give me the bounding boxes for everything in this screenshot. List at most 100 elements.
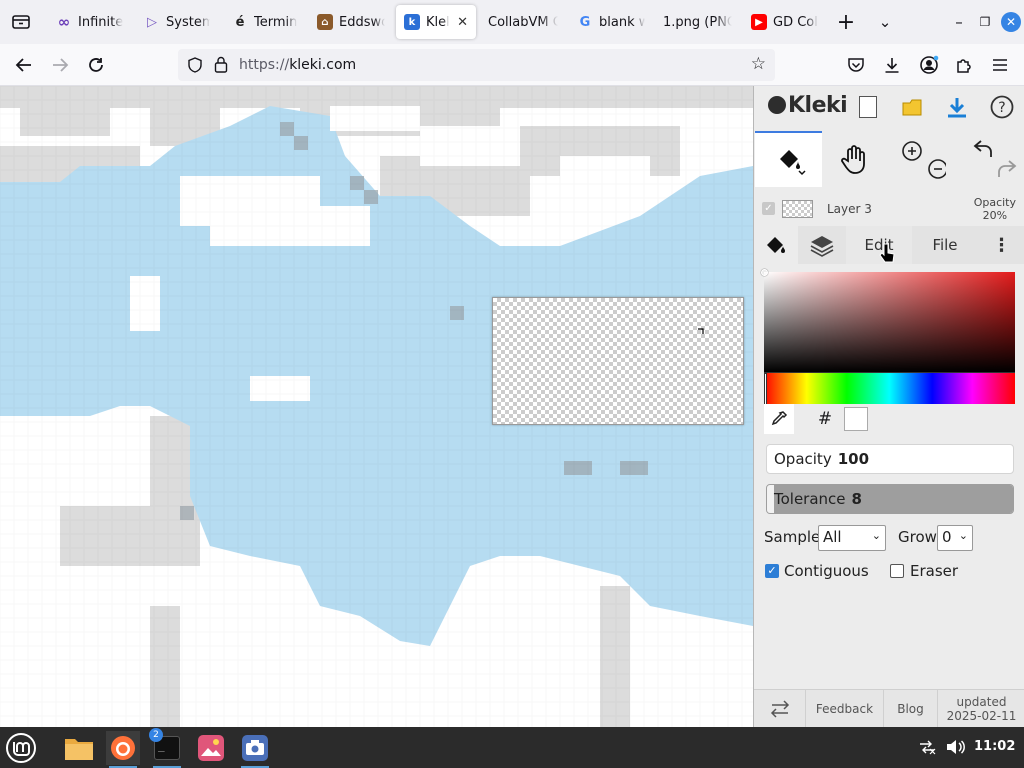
color-saturation-value-picker[interactable] (761, 269, 1015, 372)
contiguous-checkbox[interactable]: ✓ (765, 564, 779, 578)
browser-tab[interactable]: 1.png (PNG (655, 5, 740, 39)
network-tray-icon[interactable] (918, 738, 936, 760)
eraser-label[interactable]: Eraser (910, 562, 958, 580)
browser-tab-label: 1.png (PNG (663, 14, 732, 30)
hex-input-button[interactable]: # (812, 404, 838, 434)
browser-tab-label: GD Col (773, 14, 818, 30)
browser-tab[interactable]: é Termin (224, 5, 306, 39)
browser-tab[interactable]: ▶ GD Col (743, 5, 827, 39)
url-text[interactable]: https://kleki.com (239, 57, 356, 73)
folder-icon (902, 99, 922, 116)
reload-button[interactable] (84, 53, 108, 77)
volume-tray-icon[interactable] (945, 738, 965, 760)
paint-bucket-icon (779, 150, 806, 176)
browser-tab-strip: ∞ Infinite ▷ System é Termin ⌂ Eddswo k Kleki ✕ Col… (0, 0, 1024, 44)
chevron-down-icon: ⌄ (958, 529, 968, 542)
play-favicon-icon: ▷ (147, 14, 157, 30)
grow-select-value: 0 (942, 528, 952, 546)
sample-select[interactable]: All ⌄ (818, 525, 886, 551)
hand-tool[interactable] (823, 131, 887, 187)
hue-slider[interactable] (764, 372, 1015, 405)
layer-opacity: Opacity 20% (974, 196, 1016, 222)
camera-icon (242, 735, 268, 761)
list-all-tabs-button[interactable]: ⌄ (873, 10, 897, 34)
swap-panel-side-button[interactable] (754, 690, 806, 728)
terminal-window-count-badge: 2 (149, 728, 163, 742)
tolerance-slider[interactable]: Tolerance 8 (766, 484, 1014, 514)
hue-slider-handle[interactable] (764, 373, 767, 405)
current-color-swatch[interactable] (844, 407, 868, 431)
browser-tab[interactable]: CollabVM C (480, 5, 566, 39)
taskbar-terminal[interactable]: _ 2 (149, 728, 184, 768)
e-favicon-icon: é (235, 14, 245, 30)
blog-link[interactable]: Blog (884, 690, 938, 728)
hex-symbol: # (817, 409, 833, 429)
kleki-favicon-icon: k (404, 14, 420, 30)
save-image-button[interactable] (942, 92, 972, 122)
shield-icon[interactable] (187, 57, 203, 73)
url-bar[interactable]: https://kleki.com ☆ (178, 49, 775, 81)
tab-tool-settings[interactable] (754, 226, 798, 264)
more-options-button[interactable]: ⋮ (978, 226, 1024, 264)
back-button[interactable] (12, 53, 36, 77)
contiguous-label[interactable]: Contiguous (784, 562, 869, 580)
kleki-logo[interactable]: Kleki (768, 93, 848, 118)
changelog-link[interactable]: updated 2025-02-11 (938, 690, 1024, 728)
pocket-button[interactable] (844, 53, 868, 77)
house-favicon-icon: ⌂ (317, 14, 333, 30)
help-button[interactable]: ? (987, 92, 1017, 122)
paint-bucket-tool[interactable] (755, 131, 822, 187)
fill-toggles-row: ✓ Contiguous Eraser (764, 561, 1019, 581)
close-tab-icon[interactable]: ✕ (457, 15, 468, 30)
close-window-button[interactable]: ✕ (1001, 12, 1021, 32)
color-input-row: # (764, 404, 1015, 434)
zoom-in-out-icon[interactable] (896, 139, 946, 179)
drawing-canvas[interactable] (0, 86, 753, 727)
opacity-slider[interactable]: Opacity 100 (766, 444, 1014, 474)
layer-visibility-checkbox[interactable]: ✓ (762, 202, 775, 215)
clock[interactable]: 11:02 (974, 739, 1015, 754)
color-picker-handle[interactable] (761, 269, 768, 276)
taskbar-screenshot[interactable] (238, 731, 272, 768)
arrow-right-icon (53, 58, 69, 72)
taskbar-files[interactable] (62, 731, 96, 765)
browser-tab[interactable]: k Kleki ✕ (396, 5, 476, 39)
maximize-window-button[interactable]: ❐ (973, 10, 997, 34)
new-tab-button[interactable]: + (834, 10, 858, 35)
browser-tab[interactable]: Gblank w (569, 5, 653, 39)
browser-tab[interactable]: ⌂ Eddswo (309, 5, 393, 39)
grow-select[interactable]: 0 ⌄ (937, 525, 973, 551)
feedback-link[interactable]: Feedback (806, 690, 884, 728)
lock-icon[interactable] (214, 56, 228, 73)
tab-layers[interactable] (798, 226, 846, 264)
browser-tab[interactable]: ∞ Infinite (48, 5, 136, 39)
minimize-window-button[interactable]: – (947, 10, 971, 34)
bookmark-star-icon[interactable]: ☆ (751, 54, 766, 74)
new-image-button[interactable] (853, 92, 883, 122)
account-button[interactable] (917, 53, 941, 77)
tolerance-slider-text: Tolerance 8 (774, 490, 862, 508)
browser-tab[interactable]: ▷ System (136, 5, 218, 39)
taskbar-image-viewer[interactable] (194, 731, 228, 765)
forward-button[interactable] (48, 53, 72, 77)
open-image-button[interactable] (897, 92, 927, 122)
clock-time: 11:02 (974, 739, 1016, 754)
eyedropper-button[interactable] (764, 404, 794, 434)
app-menu-button[interactable] (988, 53, 1012, 77)
taskbar-firefox[interactable] (106, 731, 140, 768)
active-layer-row[interactable]: ✓ Layer 3 Opacity 20% (754, 190, 1024, 224)
firefox-view-button[interactable] (0, 0, 42, 44)
eraser-checkbox[interactable] (890, 564, 904, 578)
tab-file[interactable]: File (912, 226, 978, 264)
extensions-button[interactable] (952, 53, 976, 77)
downloads-button[interactable] (880, 53, 904, 77)
browser-tab-label: blank w (599, 14, 645, 30)
tolerance-value: 8 (851, 490, 862, 508)
start-menu-button[interactable] (4, 731, 38, 765)
updated-label: updated (956, 695, 1007, 709)
layers-icon (810, 236, 834, 257)
fill-options-row: Sample All ⌄ Grow 0 ⌄ (764, 525, 1019, 551)
undo-redo-icon[interactable] (967, 137, 1017, 181)
youtube-favicon-icon: ▶ (751, 14, 767, 30)
new-file-icon (859, 96, 877, 118)
